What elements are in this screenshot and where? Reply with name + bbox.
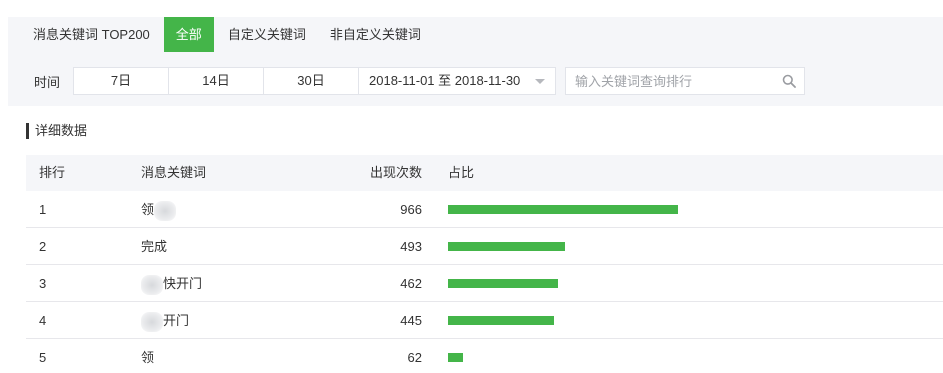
- rank-cell: 1: [39, 202, 47, 217]
- date-range-picker[interactable]: 2018-11-01 至 2018-11-30: [359, 68, 555, 94]
- ratio-cell: [422, 191, 943, 227]
- range-30-days-button[interactable]: 30日: [264, 68, 359, 94]
- header-keyword: 消息关键词: [141, 165, 207, 180]
- tab-all[interactable]: 全部: [163, 17, 214, 52]
- keyword-text: 完成: [141, 239, 168, 254]
- redaction-blur: [141, 311, 163, 332]
- table-row: 4 开门 445: [26, 302, 943, 339]
- ratio-cell: [422, 228, 943, 264]
- rank-cell: 3: [39, 276, 47, 291]
- header-ratio: 占比: [448, 165, 475, 180]
- count-cell: 462: [400, 276, 422, 291]
- keyword-text: 领: [141, 202, 155, 217]
- keyword-cell: 快开门: [141, 265, 311, 301]
- tab-top200[interactable]: 消息关键词 TOP200: [8, 17, 162, 52]
- chevron-down-icon: [535, 79, 545, 84]
- table-row: 3 快开门 462: [26, 265, 943, 302]
- keyword-text: 领: [141, 350, 155, 365]
- keyword-text: 开门: [163, 313, 190, 328]
- ratio-bar: [448, 279, 558, 288]
- keyword-analytics-page: 消息关键词 TOP200 全部 自定义关键词 非自定义关键词 时间 7日 14日…: [0, 0, 943, 373]
- keyword-cell: 领: [141, 339, 311, 373]
- ratio-cell: [422, 302, 943, 338]
- keyword-cell: 领: [141, 191, 311, 227]
- count-cell: 493: [400, 239, 422, 254]
- keyword-text: 快开门: [163, 276, 203, 291]
- keyword-search-input[interactable]: [566, 68, 766, 94]
- search-icon[interactable]: [782, 74, 796, 88]
- ratio-bar: [448, 242, 565, 251]
- count-cell: 62: [407, 350, 422, 365]
- rank-cell: 5: [39, 350, 47, 365]
- redaction-blur: [154, 200, 177, 221]
- range-14-days-button[interactable]: 14日: [169, 68, 264, 94]
- ratio-bar: [448, 205, 678, 214]
- keyword-search: [565, 67, 805, 95]
- table-row: 5 领 62: [26, 339, 943, 373]
- range-7-days-button[interactable]: 7日: [74, 68, 169, 94]
- ratio-bar: [448, 353, 463, 362]
- keyword-tabs: 消息关键词 TOP200 全部 自定义关键词 非自定义关键词: [8, 17, 433, 52]
- tab-custom-keywords[interactable]: 自定义关键词: [216, 17, 318, 52]
- ratio-bar: [448, 316, 554, 325]
- header-count: 出现次数: [369, 165, 422, 180]
- table-row: 1 领 966: [26, 191, 943, 228]
- tab-non-custom-keywords[interactable]: 非自定义关键词: [318, 17, 433, 52]
- date-range-value: 2018-11-01 至 2018-11-30: [369, 73, 521, 88]
- filter-panel: 消息关键词 TOP200 全部 自定义关键词 非自定义关键词 时间 7日 14日…: [8, 17, 943, 106]
- date-range-group: 7日 14日 30日 2018-11-01 至 2018-11-30: [73, 67, 556, 95]
- time-filter-row: 时间 7日 14日 30日 2018-11-01 至 2018-11-30: [8, 67, 805, 95]
- time-label: 时间: [34, 74, 61, 90]
- ratio-cell: [422, 339, 943, 373]
- ratio-cell: [422, 265, 943, 301]
- keyword-cell: 完成: [141, 228, 311, 264]
- table-header: 排行 消息关键词 出现次数 占比: [26, 155, 943, 191]
- redaction-blur: [141, 274, 163, 295]
- header-rank: 排行: [39, 165, 66, 180]
- keyword-ranking-table: 排行 消息关键词 出现次数 占比 1 领 966 2 完成 493 3 快开门 …: [26, 155, 943, 373]
- rank-cell: 4: [39, 313, 47, 328]
- count-cell: 445: [400, 313, 422, 328]
- section-title: 详细数据: [26, 123, 87, 139]
- table-row: 2 完成 493: [26, 228, 943, 265]
- count-cell: 966: [400, 202, 422, 217]
- keyword-cell: 开门: [141, 302, 311, 338]
- rank-cell: 2: [39, 239, 47, 254]
